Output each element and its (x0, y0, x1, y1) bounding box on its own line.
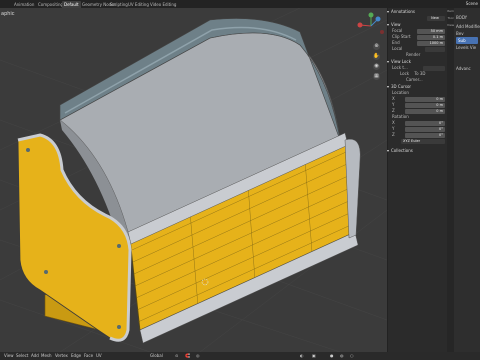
3d-cursor-center (204, 281, 206, 283)
3d-viewport[interactable]: aphic ⊕ ✋ ◉ ▦ (0, 8, 387, 352)
tab-video-editing[interactable]: Video Editing (148, 1, 178, 8)
bolt-2 (44, 270, 48, 274)
location-x-axis: X (392, 96, 395, 101)
grid-view-icon[interactable]: ▦ (373, 73, 380, 80)
rotation-mode-row: XYZ Euler (388, 138, 448, 144)
annotations-header[interactable]: Annotations (387, 8, 448, 15)
top-bar: Animation Compositing Default Geometry N… (0, 0, 480, 8)
overlay-icon[interactable]: ◐ (300, 352, 304, 360)
3d-cursor-header[interactable]: 3D Cursor (387, 83, 448, 90)
lock-label: Lock (400, 71, 410, 76)
viewport-title: aphic (1, 11, 15, 17)
advanced-section[interactable]: Advanc (454, 65, 480, 72)
view-header[interactable]: View (387, 21, 448, 28)
object-name[interactable]: BODY (454, 14, 480, 21)
camera-view-icon[interactable]: ◉ (373, 63, 380, 70)
view-lock-header[interactable]: View Lock (387, 58, 448, 65)
menu-select[interactable]: Select (16, 352, 28, 360)
gizmo-y-icon[interactable] (375, 16, 381, 22)
menu-vertex[interactable]: Vertex (55, 352, 68, 360)
lock-camera-checkbox[interactable]: Camer... (392, 77, 423, 82)
viewport-canvas (0, 8, 387, 352)
shading-solid-icon[interactable]: ● (330, 352, 334, 360)
bolt-1 (26, 148, 30, 152)
render-region-label[interactable]: Render (392, 52, 420, 57)
bolt-3 (117, 244, 121, 248)
tab-tool[interactable]: Tool (447, 15, 454, 22)
tab-view[interactable]: View (447, 22, 454, 29)
scene-selector[interactable]: Scene (466, 0, 478, 8)
properties-panel: BODY Add Modifier Bev Sub Levels Vie Adv… (454, 8, 480, 352)
sidebar-n-panel: Annotations New View Focal 50 mm Clip St… (387, 8, 448, 352)
menu-mesh[interactable]: Mesh (41, 352, 52, 360)
tab-item[interactable]: Item (447, 8, 454, 15)
shading-render-icon[interactable]: ○ (350, 352, 354, 360)
menu-uv[interactable]: UV (96, 352, 102, 360)
rotation-z-axis: Z (392, 132, 395, 137)
location-y-axis: Y (392, 102, 395, 107)
navigation-gizmo[interactable] (355, 10, 387, 42)
gizmo-neg-x-icon[interactable] (380, 30, 384, 34)
lock-to-3d-checkbox[interactable]: To 3D (410, 71, 425, 76)
tab-animation[interactable]: Animation (12, 1, 36, 8)
gizmo-z-icon[interactable] (368, 12, 374, 18)
tab-compositing[interactable]: Compositing (36, 1, 65, 8)
modifier-subdivision[interactable]: Sub (456, 37, 478, 44)
sidebar-tabs: Item Tool View (447, 8, 454, 352)
pivot-icon[interactable]: ⊙ (175, 352, 178, 360)
clip-end-label: End (392, 40, 400, 45)
rotation-x-axis: X (392, 120, 395, 125)
collections-header[interactable]: Collections (387, 147, 448, 154)
shading-material-icon[interactable]: ◍ (340, 352, 344, 360)
clip-start-label: Clip Start (392, 34, 411, 39)
gizmo-x-icon[interactable] (357, 22, 363, 28)
lock-object-label: Lock t... (392, 65, 408, 70)
tab-default[interactable]: Default (62, 1, 81, 8)
levels-viewport-field[interactable]: Levels Vie (454, 44, 480, 51)
modifier-bevel[interactable]: Bev (454, 30, 480, 37)
menu-edge[interactable]: Edge (71, 352, 81, 360)
rotation-y-axis: Y (392, 126, 395, 131)
xray-icon[interactable]: ▣ (312, 352, 316, 360)
zoom-icon[interactable]: ⊕ (373, 43, 380, 50)
location-z-axis: Z (392, 108, 395, 113)
add-modifier-button[interactable]: Add Modifier (454, 23, 480, 30)
menu-face[interactable]: Face (84, 352, 93, 360)
orientation-select[interactable]: Global (150, 352, 163, 360)
rotation-mode-select[interactable]: XYZ Euler (401, 139, 445, 144)
proportional-edit-icon[interactable]: ◎ (196, 352, 200, 360)
bolt-4 (117, 325, 121, 329)
local-label: Local (392, 46, 403, 51)
pan-hand-icon[interactable]: ✋ (373, 53, 380, 60)
menu-view[interactable]: View (4, 352, 14, 360)
viewport-header-bar: View Select Add Mesh Vertex Edge Face UV… (0, 352, 480, 360)
focal-label: Focal (392, 28, 403, 33)
snap-icon[interactable]: 🧲 (185, 352, 190, 360)
menu-add[interactable]: Add (31, 352, 39, 360)
